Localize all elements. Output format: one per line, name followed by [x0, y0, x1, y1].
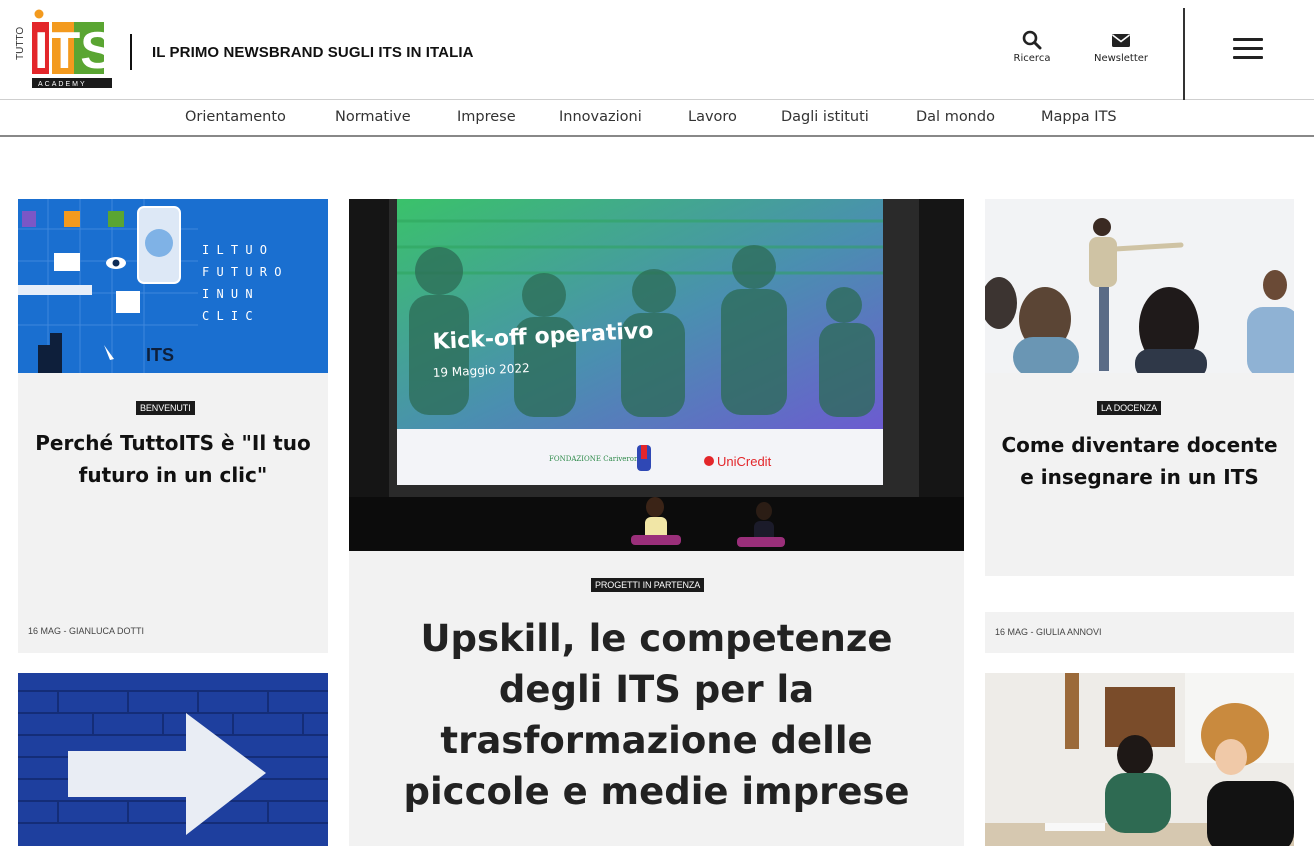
sponsor-cariverona: FONDAZIONE Cariverona: [549, 455, 643, 463]
logo-tutto-text: TUTTO: [15, 27, 26, 60]
nav-item-lavoro[interactable]: Lavoro: [688, 109, 737, 125]
article-meta: 16 MAG - GIANLUCA DOTTI: [28, 626, 145, 636]
article-meta: 16 MAG - GIULIA ANNOVI: [995, 627, 1102, 637]
category-badge[interactable]: PROGETTI IN PARTENZA: [591, 578, 705, 592]
image-text-line: I N U N: [202, 287, 253, 301]
nav-item-orientamento[interactable]: Orientamento: [185, 109, 286, 125]
image-its-logo: ITS: [146, 345, 174, 365]
header-divider: [1183, 8, 1185, 100]
article-card-arrow[interactable]: [18, 673, 328, 846]
tuttoits-logo[interactable]: TUTTO ITS ACADEMY: [8, 8, 116, 90]
category-nav: Orientamento Normative Imprese Innovazio…: [0, 101, 1314, 137]
image-text-line: C L I C: [202, 309, 253, 323]
nav-item-normative[interactable]: Normative: [335, 109, 411, 125]
article-image-arrow[interactable]: [18, 673, 328, 846]
site-tagline: IL PRIMO NEWSBRAND SUGLI ITS IN ITALIA: [152, 44, 474, 61]
nav-item-innovazioni[interactable]: Innovazioni: [559, 109, 642, 125]
nav-item-imprese[interactable]: Imprese: [457, 109, 516, 125]
article-image-kickoff[interactable]: Kick-off operativo 19 Maggio 2022 FONDAZ…: [349, 199, 964, 551]
category-badge[interactable]: BENVENUTI: [136, 401, 195, 415]
search-icon: [1022, 30, 1042, 50]
site-header: TUTTO ITS ACADEMY IL PRIMO NEWSBRAND SUG…: [0, 0, 1314, 100]
search-label: Ricerca: [1013, 53, 1051, 64]
nav-item-mappa-its[interactable]: Mappa ITS: [1041, 109, 1117, 125]
sponsor-unicredit: UniCredit: [717, 454, 772, 469]
envelope-icon: [1112, 34, 1130, 47]
article-title[interactable]: Upskill, le competenze degli ITS per la …: [369, 613, 944, 817]
newsletter-button[interactable]: Newsletter: [1086, 30, 1156, 64]
category-badge[interactable]: LA DOCENZA: [1097, 401, 1162, 415]
nav-item-dal-mondo[interactable]: Dal mondo: [916, 109, 995, 125]
logo-its-letters: ITS: [34, 22, 115, 80]
article-card-upskill[interactable]: Kick-off operativo 19 Maggio 2022 FONDAZ…: [349, 199, 964, 846]
logo-divider: [130, 34, 132, 70]
article-image-students[interactable]: [985, 673, 1294, 846]
newsletter-label: Newsletter: [1093, 53, 1149, 64]
article-title[interactable]: Perché TuttoITS è "Il tuo futuro in un c…: [28, 427, 318, 491]
search-button[interactable]: Ricerca: [1004, 30, 1060, 64]
logo-academy-text: ACADEMY: [38, 81, 87, 88]
image-text-line: I L T U O: [202, 243, 267, 257]
image-text-line: F U T U R O: [202, 265, 281, 279]
article-image-classroom[interactable]: [985, 199, 1294, 373]
article-image-futuro-clic[interactable]: I L T U O F U T U R O I N U N C L I C IT…: [18, 199, 328, 373]
article-card-students[interactable]: [985, 673, 1294, 846]
article-card-tuttoits[interactable]: I L T U O F U T U R O I N U N C L I C IT…: [18, 199, 328, 653]
nav-item-dagli-istituti[interactable]: Dagli istituti: [781, 109, 869, 125]
article-meta-bar: 16 MAG - GIULIA ANNOVI: [985, 612, 1294, 653]
hamburger-menu-icon[interactable]: [1233, 38, 1263, 62]
article-title[interactable]: Come diventare docente e insegnare in un…: [993, 429, 1286, 493]
article-card-docenza[interactable]: LA DOCENZA Come diventare docente e inse…: [985, 199, 1294, 576]
